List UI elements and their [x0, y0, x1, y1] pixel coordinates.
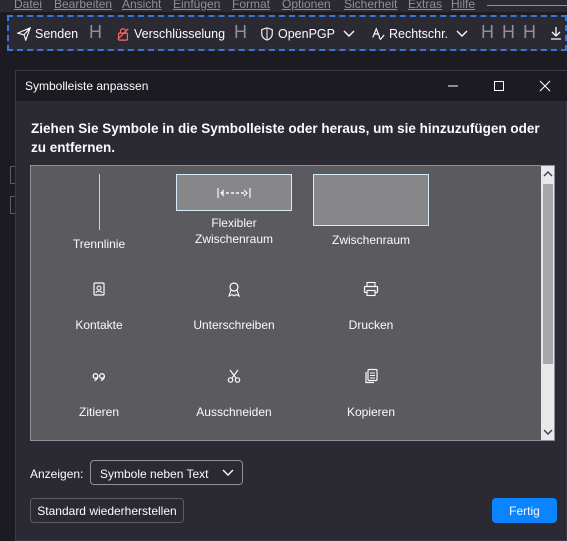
scissors-icon: [227, 369, 241, 383]
toolbar-separator: H: [89, 22, 102, 42]
send-icon: [17, 27, 31, 41]
palette-print[interactable]: Drucken: [308, 281, 434, 333]
palette-contacts[interactable]: Kontakte: [51, 281, 147, 333]
chevron-up-icon: [543, 171, 553, 177]
palette-cut[interactable]: Ausschneiden: [171, 368, 297, 420]
menu-format[interactable]: Format: [232, 0, 270, 11]
palette-scrollbar[interactable]: [541, 166, 554, 440]
show-mode-value: Symbole neben Text: [100, 467, 209, 481]
separator-preview: [98, 174, 100, 230]
show-mode-select[interactable]: Symbole neben Text: [90, 460, 243, 485]
compose-toolbar: Senden H Verschlüsselung H OpenPGP Recht…: [7, 15, 567, 51]
scroll-up-button[interactable]: [541, 166, 554, 182]
palette-space[interactable]: Zwischenraum: [308, 174, 434, 248]
scroll-thumb[interactable]: [543, 184, 553, 364]
quote-icon: [92, 373, 105, 382]
palette-separator[interactable]: Trennlinie: [51, 174, 147, 252]
openpgp-label: OpenPGP: [278, 27, 335, 41]
palette-sign[interactable]: Unterschreiben: [171, 281, 297, 333]
toolbar-space: H: [502, 22, 515, 42]
maximize-button[interactable]: [476, 71, 522, 101]
cut-label: Ausschneiden: [196, 405, 272, 419]
download-icon[interactable]: [549, 25, 563, 41]
space-preview: [313, 174, 429, 226]
toolbar-space: H: [523, 22, 536, 42]
lock-slash-icon: [117, 28, 129, 41]
maximize-icon: [494, 81, 504, 91]
spelling-button[interactable]: Rechtschr.: [371, 25, 448, 43]
dialog-title: Symbolleiste anpassen: [25, 79, 149, 93]
contacts-label: Kontakte: [75, 318, 123, 332]
dialog-titlebar: Symbolleiste anpassen: [16, 71, 567, 101]
menubar-divider: [487, 5, 567, 6]
send-button[interactable]: Senden: [17, 25, 78, 43]
menu-options[interactable]: Optionen: [282, 0, 331, 11]
printer-icon: [363, 281, 379, 297]
palette-quote[interactable]: Zitieren: [51, 368, 147, 420]
menu-insert[interactable]: Einfügen: [173, 0, 220, 11]
chevron-down-icon: [222, 469, 234, 476]
close-icon: [539, 80, 551, 92]
send-label: Senden: [35, 27, 79, 41]
certificate-icon: [228, 282, 240, 297]
address-book-icon: [93, 282, 105, 296]
menu-help[interactable]: Hilfe: [451, 0, 475, 11]
background-pane: [0, 56, 16, 541]
restore-defaults-button[interactable]: Standard wiederherstellen: [30, 498, 184, 523]
minimize-button[interactable]: [430, 71, 476, 101]
space-label: Zwischenraum: [331, 233, 411, 247]
menu-security[interactable]: Sicherheit: [344, 0, 397, 11]
quote-label: Zitieren: [78, 405, 119, 419]
minimize-icon: [448, 85, 458, 87]
scroll-down-button[interactable]: [541, 424, 554, 440]
separator-label: Trennlinie: [72, 237, 126, 251]
chevron-down-icon: [543, 429, 553, 435]
chevron-down-icon[interactable]: [342, 25, 356, 41]
toolbar-separator: H: [234, 22, 247, 42]
toolbar-palette: Trennlinie Flexibler Zwischenraum Zwisch…: [30, 165, 555, 441]
show-label: Anzeigen:: [30, 467, 84, 481]
openpgp-button[interactable]: OpenPGP: [260, 25, 335, 43]
customize-toolbar-dialog: Symbolleiste anpassen Ziehen Sie Symbole…: [15, 70, 567, 541]
spelling-label: Rechtschr.: [389, 27, 449, 41]
encryption-label: Verschlüsselung: [134, 27, 226, 41]
menu-file[interactable]: Datei: [14, 0, 42, 11]
close-button[interactable]: [522, 71, 567, 101]
dialog-instructions: Ziehen Sie Symbole in die Symbolleiste o…: [31, 121, 540, 155]
done-button[interactable]: Fertig: [492, 498, 557, 523]
menu-tools[interactable]: Extras: [408, 0, 442, 11]
flexible-space-label: Flexibler Zwischenraum: [194, 216, 274, 246]
copy-icon: [365, 368, 378, 384]
flexible-space-icon: [217, 187, 251, 198]
menu-edit[interactable]: Bearbeiten: [54, 0, 112, 11]
flexible-space-preview: [176, 174, 292, 211]
spellcheck-icon: [372, 27, 385, 41]
chevron-down-icon[interactable]: [455, 25, 469, 41]
menubar: Datei Bearbeiten Ansicht Einfügen Format…: [0, 0, 567, 12]
toolbar-space: H: [481, 22, 494, 42]
palette-flexible-space[interactable]: Flexibler Zwischenraum: [171, 174, 297, 247]
encryption-button[interactable]: Verschlüsselung: [116, 25, 225, 43]
copy-label: Kopieren: [346, 405, 396, 419]
menu-view[interactable]: Ansicht: [122, 0, 161, 11]
shield-icon: [261, 27, 273, 41]
print-label: Drucken: [348, 318, 394, 332]
palette-copy[interactable]: Kopieren: [308, 368, 434, 420]
sign-label: Unterschreiben: [193, 318, 275, 332]
